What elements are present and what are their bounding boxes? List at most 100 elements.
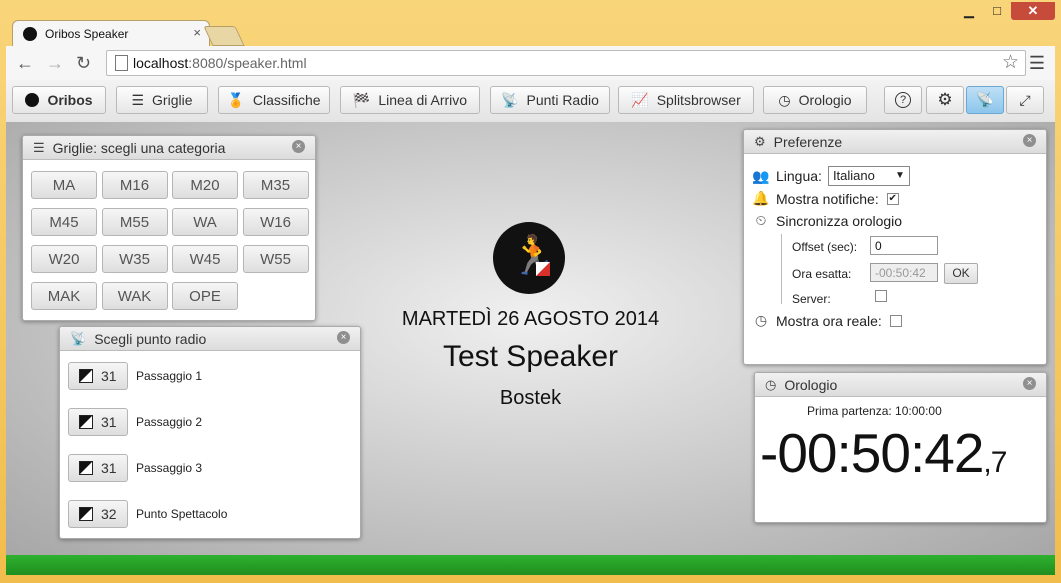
help-icon: ?	[895, 92, 911, 108]
back-icon[interactable]: ←	[16, 53, 34, 74]
oribos-button[interactable]: Oribos	[12, 86, 106, 114]
preferences-panel: ⚙ Preferenze × 👥 Lingua: Italiano ▼ 🔔 Mos…	[743, 129, 1047, 365]
list-icon: ☰	[33, 139, 45, 155]
url-host: localhost	[133, 55, 189, 71]
status-bar	[6, 555, 1055, 575]
radio-panel: 📡 Scegli punto radio × 31 Passaggio 1 31 Pa…	[59, 326, 361, 539]
runner-icon: 🏃	[510, 235, 558, 277]
category-button[interactable]: W45	[172, 245, 238, 273]
gear-icon: ⚙	[754, 133, 766, 149]
language-icon: 👥	[752, 167, 770, 184]
category-button[interactable]: M55	[101, 208, 168, 236]
help-button[interactable]: ?	[884, 86, 922, 114]
clock-icon: ◷	[754, 312, 768, 328]
minimize-icon[interactable]: ▁	[955, 2, 983, 20]
ok-button[interactable]: OK	[944, 263, 978, 284]
category-button[interactable]: W20	[31, 245, 97, 273]
exact-time-label: Ora esatta:	[792, 267, 852, 281]
radio-point-button[interactable]: 31	[68, 408, 128, 436]
url-path: :8080/speaker.html	[188, 55, 307, 71]
sync-clock-icon: ⏲	[755, 212, 767, 228]
exact-time-input[interactable]: -00:50:42	[870, 263, 938, 282]
address-bar: ← → ↻ localhost:8080/speaker.html ☆ ☰	[6, 46, 1055, 81]
clock-panel-header: ◷ Orologio ×	[755, 373, 1046, 397]
preferences-panel-title: Preferenze	[773, 133, 843, 150]
maximize-icon[interactable]: □	[983, 2, 1011, 20]
radio-point-name: Passaggio 3	[136, 461, 203, 475]
sync-row: ⏲ Sincronizza orologio	[752, 212, 903, 229]
checkered-flag-icon: 🏁	[352, 91, 371, 108]
tab-title: Oribos Speaker	[45, 27, 129, 41]
real-time-label: Mostra ora reale:	[776, 312, 882, 329]
offset-label: Offset (sec):	[792, 240, 858, 254]
close-panel-icon[interactable]: ×	[292, 140, 305, 153]
category-button[interactable]: MAK	[31, 282, 97, 310]
category-button[interactable]: OPE	[172, 282, 238, 310]
close-panel-icon[interactable]: ×	[1023, 377, 1036, 390]
punti-radio-label: Punti Radio	[526, 92, 599, 108]
radio-point-button[interactable]: 31	[68, 362, 128, 390]
sync-label: Sincronizza orologio	[776, 212, 903, 229]
satellite-button[interactable]: 📡	[966, 86, 1004, 114]
linea-arrivo-button[interactable]: 🏁 Linea di Arrivo	[340, 86, 480, 114]
oribos-logo-icon	[25, 93, 40, 107]
radio-panel-title: Scegli punto radio	[94, 330, 207, 347]
orologio-label: Orologio	[798, 92, 852, 108]
splitsbrowser-label: Splitsbrowser	[656, 92, 741, 108]
control-flag-icon	[79, 369, 93, 383]
radio-point-code: 31	[101, 368, 117, 384]
notifications-label: Mostra notifiche:	[776, 190, 879, 207]
radio-point-button[interactable]: 32	[68, 500, 128, 528]
linea-arrivo-label: Linea di Arrivo	[378, 92, 468, 108]
satellite-icon: 📡	[975, 92, 995, 109]
category-button[interactable]: WA	[172, 208, 238, 236]
griglie-button[interactable]: ☰ Griglie	[116, 86, 208, 114]
category-button[interactable]: W16	[242, 208, 309, 236]
language-select[interactable]: Italiano ▼	[827, 166, 910, 186]
category-button[interactable]: MA	[31, 171, 97, 199]
griglie-label: Griglie	[152, 92, 193, 108]
grids-panel-title: Griglie: scegli una categoria	[52, 139, 226, 156]
close-tab-icon[interactable]: ×	[193, 25, 201, 40]
first-start: Prima partenza: 10:00:00	[807, 404, 942, 418]
punti-radio-button[interactable]: 📡 Punti Radio	[490, 86, 610, 114]
bookmark-star-icon[interactable]: ☆	[1002, 51, 1019, 74]
splitsbrowser-button[interactable]: 📈 Splitsbrowser	[618, 86, 754, 114]
browser-menu-icon[interactable]: ☰	[1029, 53, 1045, 74]
category-button[interactable]: M45	[31, 208, 97, 236]
language-label: Lingua:	[776, 168, 822, 184]
antenna-icon: 📡	[501, 91, 519, 108]
preferences-panel-header: ⚙ Preferenze ×	[744, 130, 1046, 154]
server-checkbox[interactable]	[875, 290, 887, 302]
category-button[interactable]: W35	[101, 245, 168, 273]
category-button[interactable]: M20	[172, 171, 238, 199]
reload-icon[interactable]: ↻	[76, 53, 91, 74]
close-window-icon[interactable]: ✕	[1011, 2, 1055, 20]
radio-point-button[interactable]: 31	[68, 454, 128, 482]
url-input[interactable]: localhost:8080/speaker.html ☆	[106, 50, 1026, 76]
page-icon	[115, 55, 128, 71]
category-button[interactable]: M35	[242, 171, 309, 199]
classifiche-button[interactable]: 🏅 Classifiche	[218, 86, 330, 114]
sync-divider	[781, 234, 782, 304]
category-button[interactable]: W55	[242, 245, 309, 273]
category-button[interactable]: M16	[101, 171, 168, 199]
notifications-checkbox[interactable]: ✔	[886, 192, 899, 205]
classifiche-label: Classifiche	[252, 92, 321, 108]
offset-input[interactable]: 0	[870, 236, 938, 255]
close-panel-icon[interactable]: ×	[1023, 134, 1036, 147]
settings-button[interactable]: ⚙	[926, 86, 964, 114]
fullscreen-button[interactable]: ⤢	[1006, 86, 1044, 114]
real-time-checkbox[interactable]	[889, 314, 902, 327]
category-button[interactable]: WAK	[101, 282, 168, 310]
orologio-button[interactable]: ◷ Orologio	[763, 86, 867, 114]
grids-panel: ☰ Griglie: scegli una categoria × MA M16 M…	[22, 135, 316, 321]
control-flag-icon	[79, 461, 93, 475]
fullscreen-icon: ⤢	[1019, 91, 1031, 108]
forward-icon[interactable]: →	[46, 53, 64, 74]
browser-tab[interactable]: Oribos Speaker ×	[12, 20, 210, 47]
close-panel-icon[interactable]: ×	[337, 331, 350, 344]
first-start-label: Prima partenza:	[807, 404, 892, 418]
orienteering-flag-icon	[536, 262, 550, 276]
control-flag-icon	[79, 415, 93, 429]
